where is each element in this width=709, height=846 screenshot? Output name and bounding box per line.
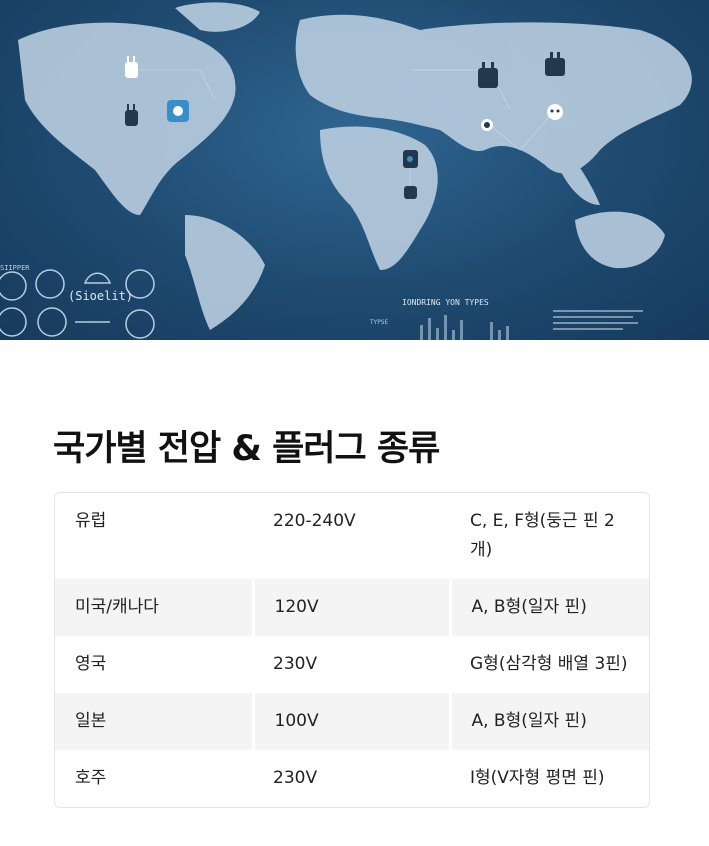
plug-type-cell: G형(삼각형 배열 3핀) bbox=[470, 654, 628, 674]
table-row: 호주 230V I형(V자형 평면 핀) bbox=[55, 750, 649, 807]
plug-type-cell: C, E, F형(둥근 핀 2개) bbox=[470, 511, 615, 560]
voltage-cell: 230V bbox=[273, 654, 318, 674]
region-cell: 유럽 bbox=[75, 511, 107, 531]
plug-type-f-icon bbox=[404, 186, 417, 199]
table-row: 영국 230V G형(삼각형 배열 3핀) bbox=[55, 636, 649, 693]
voltage-cell: 230V bbox=[273, 768, 318, 788]
left-icon-panel bbox=[0, 269, 155, 339]
plug-type-cell: A, B형(일자 핀) bbox=[448, 579, 649, 636]
voltage-cell: 100V bbox=[251, 693, 450, 750]
hero-image: SIIPPER (Sioelit) IONDRING YON TYPES TYP… bbox=[0, 0, 709, 340]
decorative-bars bbox=[420, 315, 509, 340]
region-cell: 영국 bbox=[75, 654, 107, 674]
map-label-bottom: IONDRING YON TYPES bbox=[402, 298, 489, 307]
table-row: 미국/캐나다 120V A, B형(일자 핀) bbox=[55, 579, 649, 636]
voltage-plug-table: 유럽 220-240V C, E, F형(둥근 핀 2개) 미국/캐나다 120… bbox=[54, 492, 650, 808]
table-row: 유럽 220-240V C, E, F형(둥근 핀 2개) bbox=[55, 493, 649, 579]
map-label-small: TYPSE bbox=[370, 319, 388, 326]
map-label-left-top: SIIPPER bbox=[0, 264, 30, 272]
region-cell: 호주 bbox=[75, 768, 107, 788]
socket-icon bbox=[547, 104, 563, 120]
voltage-cell: 220-240V bbox=[273, 511, 356, 531]
region-cell: 일본 bbox=[55, 693, 253, 750]
table-row: 일본 100V A, B형(일자 핀) bbox=[55, 693, 649, 750]
plug-type-cell: I형(V자형 평면 핀) bbox=[470, 768, 605, 788]
plug-type-e-icon bbox=[403, 150, 418, 168]
pin-marker-icon bbox=[481, 119, 493, 131]
decorative-text-lines bbox=[553, 310, 643, 330]
region-cell: 미국/캐나다 bbox=[55, 579, 253, 636]
page-title: 국가별 전압 & 플러그 종류 bbox=[53, 429, 440, 469]
plug-type-cell: A, B형(일자 핀) bbox=[448, 693, 649, 750]
continents bbox=[18, 2, 692, 330]
plug-type-c-icon bbox=[167, 100, 189, 122]
world-map-illustration: SIIPPER (Sioelit) IONDRING YON TYPES TYP… bbox=[0, 2, 692, 340]
map-label-brand: (Sioelit) bbox=[68, 289, 133, 303]
voltage-cell: 120V bbox=[251, 579, 450, 636]
